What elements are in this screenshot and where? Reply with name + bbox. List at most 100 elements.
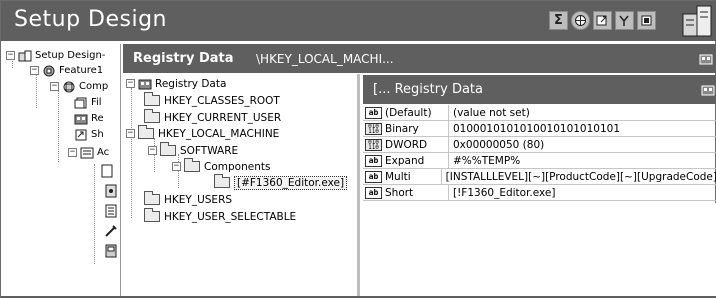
folder-open-icon	[184, 158, 200, 172]
registry-key-user-selectable[interactable]: HKEY_USER_SELECTABLE	[144, 208, 297, 223]
binary-value-icon: 010 110	[365, 122, 382, 135]
globe-icon[interactable]	[571, 11, 590, 30]
component-icon	[63, 81, 75, 92]
folder-icon	[144, 109, 160, 123]
binary-value-icon: 010 110	[365, 138, 382, 151]
tree-label: Setup Design-	[35, 50, 106, 61]
value-row[interactable]: ab Short [!F1360_Editor.exe]	[363, 184, 716, 201]
registry-root[interactable]: − Registry Data	[126, 77, 226, 90]
value-name: Expand	[385, 154, 425, 167]
feature-icon	[43, 65, 55, 76]
folder-icon	[144, 191, 160, 205]
collapse-icon[interactable]: −	[50, 82, 59, 91]
registry-icon	[74, 114, 88, 124]
tree-item-shortcuts[interactable]: Sh	[74, 128, 104, 141]
collapse-icon[interactable]: −	[30, 66, 39, 75]
setup-logo-icon	[682, 5, 712, 37]
collapse-icon[interactable]: −	[68, 148, 77, 157]
tree-label: Sh	[91, 129, 104, 140]
shortcut-icon[interactable]	[593, 11, 612, 30]
value-data: 0x00000050 (80)	[453, 138, 545, 151]
tree-label: Fil	[91, 97, 102, 108]
value-name-cell: 010 110 DWORD	[363, 136, 449, 153]
shortcut-icon	[75, 129, 87, 140]
tree-line	[58, 82, 59, 162]
value-row[interactable]: 010 110 DWORD 0x00000050 (80)	[363, 136, 716, 153]
window-frame: Setup Design Σ − Setup Design- − Feature…	[0, 0, 716, 298]
registry-icon	[138, 79, 152, 89]
folder-open-icon	[160, 142, 176, 156]
registry-path: \HKEY_LOCAL_MACHI...	[256, 52, 394, 66]
string-value-icon: ab	[365, 170, 382, 183]
value-name-cell: ab Short	[363, 184, 449, 201]
value-name: Short	[385, 186, 414, 199]
collapse-icon[interactable]: −	[126, 79, 135, 88]
tree-label: Feature1	[59, 65, 104, 76]
folder-open-icon	[138, 125, 154, 139]
ini-file-icon	[105, 204, 117, 218]
value-data: [INSTALLLEVEL][~][ProductCode][~][Upgrad…	[445, 170, 716, 183]
setup-design-icon	[18, 50, 32, 61]
collapse-icon[interactable]: −	[172, 162, 181, 171]
folder-icon	[214, 174, 230, 188]
collapse-icon[interactable]: −	[126, 129, 135, 138]
registry-key-classes-root[interactable]: HKEY_CLASSES_ROOT	[144, 92, 280, 107]
tree-item-registry[interactable]: Re	[74, 112, 104, 125]
collapse-icon[interactable]: −	[6, 51, 15, 60]
tree-label: HKEY_CURRENT_USER	[164, 111, 282, 124]
tree-item-files[interactable]: Fil	[74, 96, 102, 109]
registry-key-selected[interactable]: [#F1360_Editor.exe]	[214, 174, 348, 190]
setup-design-tree: − Setup Design- − Feature1 − Comp Fil Re…	[4, 44, 121, 296]
value-name: Multi	[385, 170, 411, 183]
registry-key-local-machine[interactable]: − HKEY_LOCAL_MACHINE	[126, 125, 280, 140]
tree-label: HKEY_USER_SELECTABLE	[164, 210, 297, 223]
values-panel-header: [... Registry Data	[363, 75, 716, 104]
value-name-cell: ab (Default)	[363, 104, 449, 121]
app-header: Setup Design Σ	[1, 1, 716, 41]
document-icon	[105, 244, 117, 258]
tree-label: Re	[91, 113, 104, 124]
sigma-icon[interactable]: Σ	[549, 11, 568, 30]
value-data: #%%TEMP%	[453, 154, 521, 167]
settings-icon	[105, 184, 117, 198]
tree-label: HKEY_USERS	[164, 193, 233, 206]
string-value-icon: ab	[365, 154, 382, 167]
tree-line	[131, 88, 132, 218]
registry-key-components[interactable]: − Components	[172, 158, 271, 173]
registry-key-software[interactable]: − SOFTWARE	[148, 142, 239, 157]
tree-label: SOFTWARE	[180, 144, 239, 157]
registry-icon	[701, 85, 715, 96]
value-name: Binary	[385, 122, 419, 135]
files-icon	[74, 97, 87, 108]
blank-file-icon	[101, 164, 113, 178]
merge-icon[interactable]	[615, 11, 634, 30]
file-icon[interactable]	[637, 11, 656, 30]
tree-item-feature1[interactable]: − Feature1	[30, 64, 103, 77]
string-value-icon: ab	[365, 106, 382, 119]
registry-icon	[699, 54, 713, 65]
tree-label: Comp	[79, 81, 109, 92]
value-data: [!F1360_Editor.exe]	[453, 186, 556, 199]
collapse-icon[interactable]: −	[148, 146, 157, 155]
app-title: Setup Design	[14, 7, 167, 32]
registry-key-current-user[interactable]: HKEY_CURRENT_USER	[144, 109, 282, 124]
value-row[interactable]: 010 110 Binary 0100010101010010101010101	[363, 120, 716, 137]
tree-label: Ac	[97, 147, 110, 158]
folder-icon	[144, 208, 160, 222]
tree-item-advanced[interactable]: − Ac	[68, 146, 109, 159]
value-row[interactable]: ab Multi [INSTALLLEVEL][~][ProductCode][…	[363, 168, 716, 185]
registry-key-users[interactable]: HKEY_USERS	[144, 191, 233, 206]
value-name: DWORD	[385, 138, 428, 151]
value-row[interactable]: ab Expand #%%TEMP%	[363, 152, 716, 169]
tools-icon	[105, 225, 117, 237]
value-name-cell: 010 110 Binary	[363, 120, 449, 137]
tree-label: Components	[204, 160, 271, 173]
tree-item-component[interactable]: − Comp	[50, 80, 108, 93]
registry-panel-header: Registry Data \HKEY_LOCAL_MACHI...	[123, 44, 716, 73]
tree-label: [#F1360_Editor.exe]	[234, 175, 348, 190]
tree-label: HKEY_LOCAL_MACHINE	[158, 127, 280, 140]
value-name: (Default)	[385, 106, 432, 119]
tree-item-setup-design[interactable]: − Setup Design-	[6, 49, 105, 62]
value-row[interactable]: ab (Default) (value not set)	[363, 104, 716, 121]
value-name-cell: ab Multi	[363, 168, 442, 185]
